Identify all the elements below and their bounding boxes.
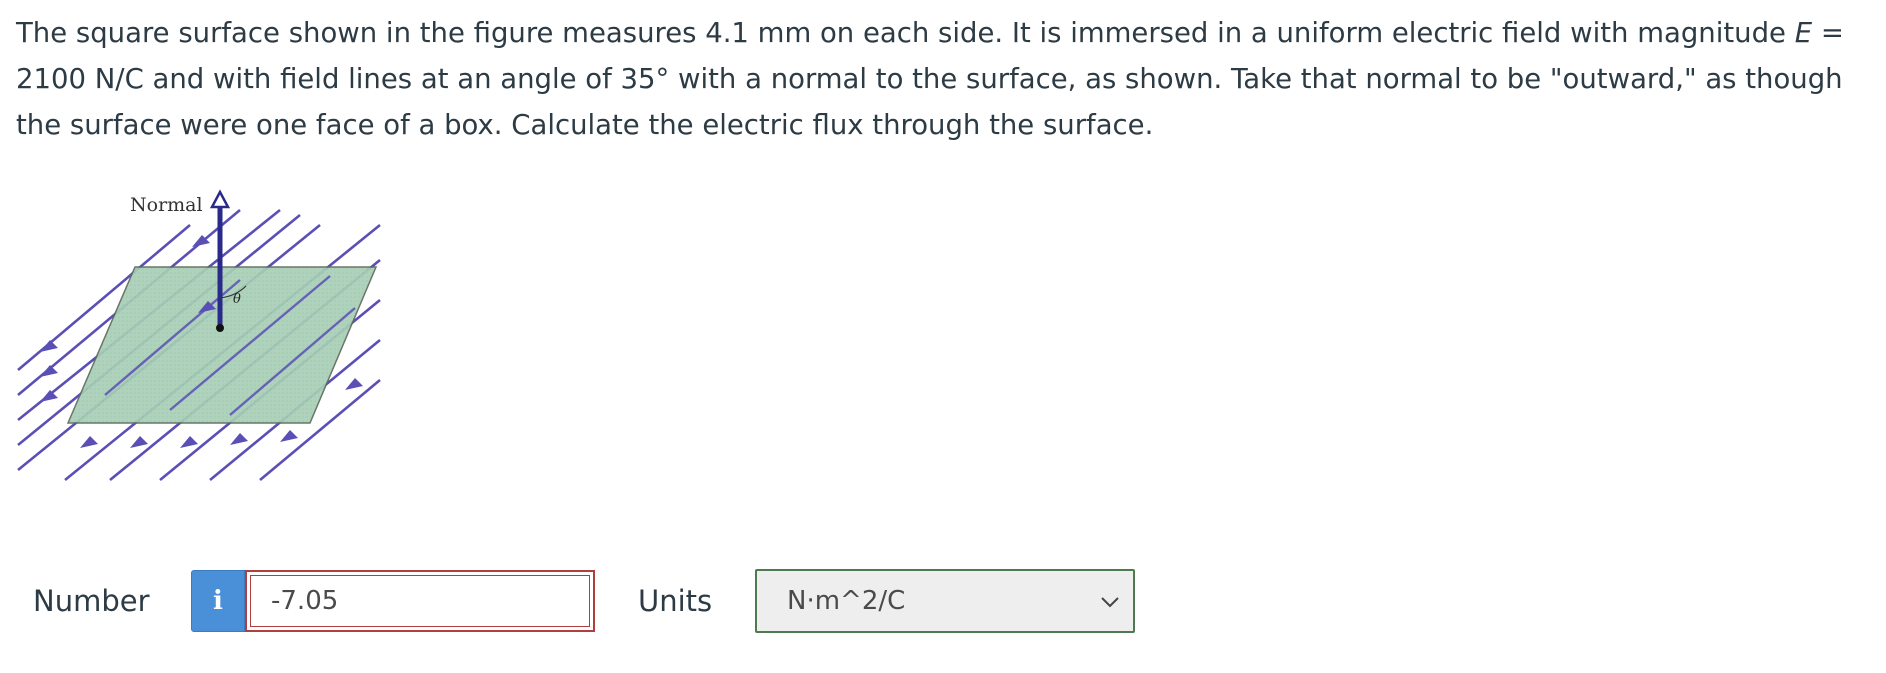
arrowhead bbox=[130, 436, 148, 448]
arrowhead bbox=[280, 430, 298, 442]
theta-label: θ bbox=[233, 292, 241, 307]
units-select[interactable]: N·m^2/C bbox=[755, 569, 1135, 633]
arrowhead bbox=[40, 390, 58, 402]
arrowhead bbox=[40, 365, 58, 377]
field-diagram: θ Normal bbox=[10, 180, 410, 504]
normal-label: Normal bbox=[130, 194, 203, 216]
info-icon: i bbox=[213, 586, 223, 616]
units-selected-value: N·m^2/C bbox=[787, 586, 906, 616]
variable-E: E bbox=[1794, 17, 1813, 49]
arrowhead bbox=[345, 378, 363, 390]
question-part1: The square surface shown in the figure m… bbox=[16, 17, 1795, 49]
diagram-svg: θ Normal bbox=[17, 189, 381, 482]
arrowhead bbox=[40, 340, 58, 352]
chevron-down-icon bbox=[1101, 597, 1119, 608]
normal-origin bbox=[216, 324, 224, 332]
units-label: Units bbox=[638, 584, 713, 618]
arrowhead bbox=[180, 436, 198, 448]
info-button[interactable]: i bbox=[191, 570, 245, 632]
question-text: The square surface shown in the figure m… bbox=[16, 10, 1878, 148]
arrowhead bbox=[80, 436, 98, 448]
number-input[interactable] bbox=[245, 570, 595, 632]
number-label: Number bbox=[33, 584, 150, 618]
normal-arrowhead bbox=[209, 189, 231, 209]
arrowhead bbox=[230, 433, 248, 445]
answer-row: Number i Units N·m^2/C bbox=[0, 568, 1886, 634]
